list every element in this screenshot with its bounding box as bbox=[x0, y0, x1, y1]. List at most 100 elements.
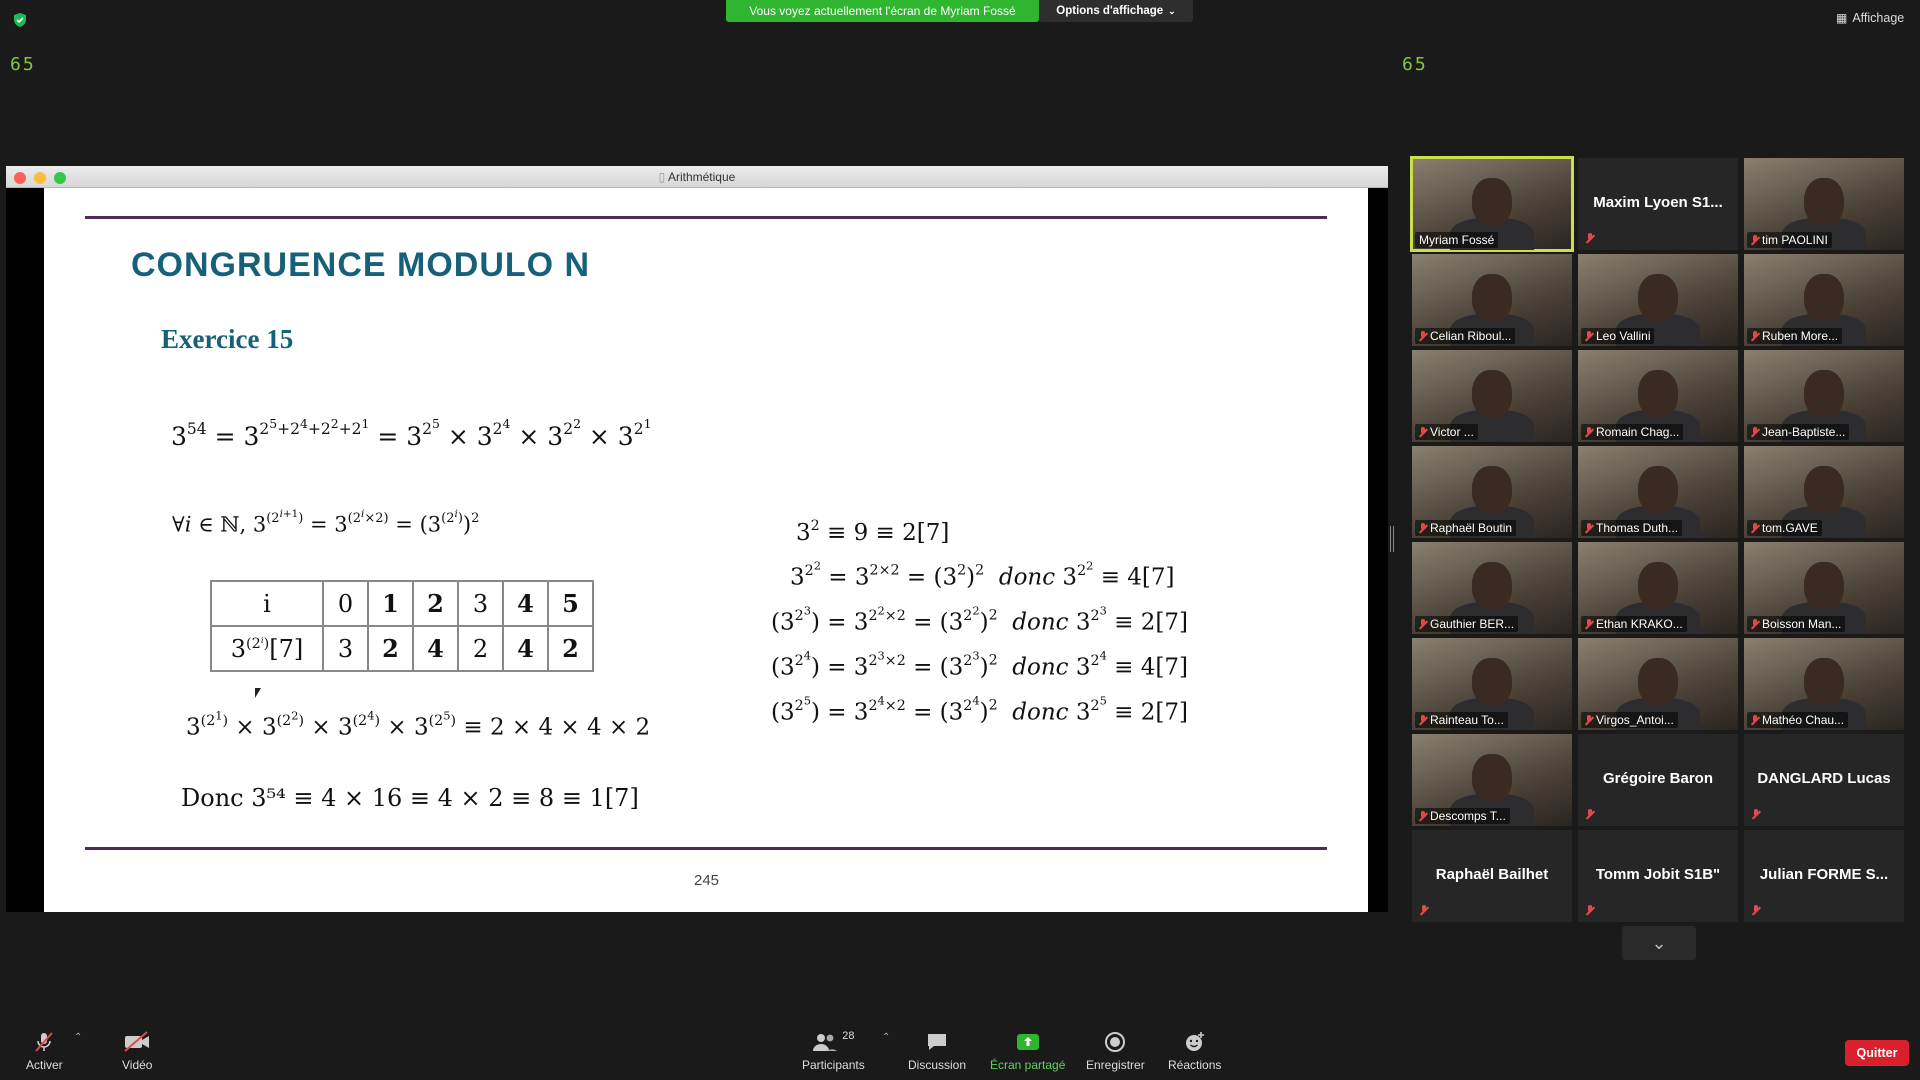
participant-tile[interactable]: Jean-Baptiste... bbox=[1744, 350, 1904, 442]
share-screen-button[interactable]: Écran partagé bbox=[990, 1030, 1065, 1072]
mic-muted-icon bbox=[1585, 618, 1593, 630]
participant-tile[interactable]: Raphaël Boutin bbox=[1412, 446, 1572, 538]
participant-tile[interactable]: Celian Riboul... bbox=[1412, 254, 1572, 346]
powers-table: i 0 1 2 3 4 5 3(2i)[7] 3 2 4 2 4 2 bbox=[210, 580, 594, 672]
mic-muted-icon bbox=[1586, 809, 1594, 820]
record-button[interactable]: Enregistrer bbox=[1086, 1030, 1145, 1072]
view-options-label: Options d'affichage bbox=[1056, 5, 1164, 17]
participant-tile[interactable]: Ruben More... bbox=[1744, 254, 1904, 346]
mic-muted-icon bbox=[1751, 618, 1759, 630]
participant-tile[interactable]: Rainteau To... bbox=[1412, 638, 1572, 730]
mute-options-caret-icon[interactable]: ⌃ bbox=[74, 1032, 82, 1043]
participant-tile[interactable]: Raphaël Bailhet bbox=[1412, 830, 1572, 922]
counter-right: 65 bbox=[1402, 54, 1428, 75]
conclusion: Donc 3⁵⁴ ≡ 4 × 16 ≡ 4 × 2 ≡ 8 ≡ 1[7] bbox=[181, 784, 639, 812]
mic-muted-icon bbox=[32, 1030, 56, 1054]
participant-video bbox=[1804, 562, 1844, 610]
mute-button[interactable]: Activer bbox=[26, 1030, 63, 1072]
participant-name: DANGLARD Lucas bbox=[1757, 770, 1891, 787]
chat-button[interactable]: Discussion bbox=[908, 1030, 966, 1072]
video-button[interactable]: Vidéo bbox=[122, 1030, 152, 1072]
counter-left: 65 bbox=[10, 54, 36, 75]
table-row-label: 3(2i)[7] bbox=[210, 625, 324, 672]
participant-name-tag: Thomas Duth... bbox=[1581, 520, 1683, 536]
participant-name: Leo Vallini bbox=[1596, 329, 1651, 343]
participant-tile[interactable]: Thomas Duth... bbox=[1578, 446, 1738, 538]
equation-right-2: 322 = 32×2 = (32)2 donc 322 ≡ 4[7] bbox=[790, 558, 1175, 591]
record-label: Enregistrer bbox=[1086, 1058, 1145, 1072]
participant-tile[interactable]: Ethan KRAKO... bbox=[1578, 542, 1738, 634]
participant-tile[interactable]: Mathéo Chau... bbox=[1744, 638, 1904, 730]
participant-tile[interactable]: Gauthier BER... bbox=[1412, 542, 1572, 634]
mic-muted-icon bbox=[1585, 522, 1593, 534]
shield-icon[interactable] bbox=[12, 12, 28, 28]
table-cell: 2 bbox=[367, 625, 414, 672]
participant-tile[interactable]: Victor ... bbox=[1412, 350, 1572, 442]
participant-tile[interactable]: Myriam Fossé bbox=[1410, 156, 1574, 252]
participant-name: tim PAOLINI bbox=[1762, 233, 1828, 247]
mic-muted-icon bbox=[1752, 809, 1760, 820]
quit-button[interactable]: Quitter bbox=[1845, 1040, 1909, 1066]
table-header-label: i bbox=[210, 580, 324, 627]
participant-name-tag: Mathéo Chau... bbox=[1747, 712, 1849, 728]
mic-muted-icon bbox=[1752, 905, 1760, 916]
participant-name-tag: tom.GAVE bbox=[1747, 520, 1822, 536]
participant-tile[interactable]: Virgos_Antoi... bbox=[1578, 638, 1738, 730]
view-options-button[interactable]: Options d'affichage ⌄ bbox=[1039, 0, 1193, 22]
equation-right-1: 32 ≡ 9 ≡ 2[7] bbox=[796, 518, 950, 546]
table-cell: 4 bbox=[502, 580, 549, 627]
table-cell: 0 bbox=[322, 580, 369, 627]
resize-handle[interactable] bbox=[1390, 526, 1394, 552]
share-screen-label: Écran partagé bbox=[990, 1058, 1066, 1072]
participant-name: Celian Riboul... bbox=[1430, 329, 1512, 343]
participant-name: Ethan KRAKO... bbox=[1596, 617, 1683, 631]
equation-right-3: (323) = 322×2 = (322)2 donc 323 ≡ 2[7] bbox=[771, 603, 1188, 636]
participant-name-tag: Virgos_Antoi... bbox=[1581, 712, 1678, 728]
participant-video bbox=[1472, 466, 1512, 514]
participants-count: 28 bbox=[842, 1030, 855, 1042]
participant-name-tag: Rainteau To... bbox=[1415, 712, 1508, 728]
mic-muted-icon bbox=[1419, 426, 1427, 438]
participant-video bbox=[1472, 274, 1512, 322]
participant-name: Jean-Baptiste... bbox=[1762, 425, 1846, 439]
participant-tile[interactable]: tim PAOLINI bbox=[1744, 158, 1904, 250]
mic-muted-icon bbox=[1419, 522, 1427, 534]
participant-tile[interactable]: Boisson Man... bbox=[1744, 542, 1904, 634]
participant-video bbox=[1804, 178, 1844, 226]
participant-tile[interactable]: DANGLARD Lucas bbox=[1744, 734, 1904, 826]
grid-icon: ▦ bbox=[1836, 11, 1848, 25]
slide: CONGRUENCE MODULO N Exercice 15 354 = 32… bbox=[44, 188, 1368, 912]
participant-video bbox=[1472, 370, 1512, 418]
participant-tile[interactable]: Grégoire Baron bbox=[1578, 734, 1738, 826]
participant-name: Julian FORME S... bbox=[1759, 866, 1889, 883]
participant-tile[interactable]: Romain Chag... bbox=[1578, 350, 1738, 442]
mic-muted-icon bbox=[1419, 618, 1427, 630]
participant-name: Tomm Jobit S1B" bbox=[1595, 866, 1721, 883]
participant-tile[interactable]: Descomps T... bbox=[1412, 734, 1572, 826]
participant-video bbox=[1638, 274, 1678, 322]
participants-button[interactable]: 28 Participants bbox=[802, 1030, 865, 1072]
table-cell: 4 bbox=[412, 625, 459, 672]
reactions-icon bbox=[1184, 1030, 1206, 1054]
participant-tile[interactable]: Leo Vallini bbox=[1578, 254, 1738, 346]
mic-muted-icon bbox=[1751, 234, 1759, 246]
reactions-button[interactable]: Réactions bbox=[1168, 1030, 1221, 1072]
participant-name: Romain Chag... bbox=[1596, 425, 1680, 439]
participant-name-tag: Victor ... bbox=[1415, 424, 1478, 440]
chat-icon bbox=[926, 1030, 948, 1054]
participant-video bbox=[1472, 754, 1512, 802]
participant-tile[interactable]: Tomm Jobit S1B" bbox=[1578, 830, 1738, 922]
view-button[interactable]: ▦ Affichage bbox=[1836, 11, 1904, 25]
participant-name-tag: Ethan KRAKO... bbox=[1581, 616, 1687, 632]
participant-tile[interactable]: tom.GAVE bbox=[1744, 446, 1904, 538]
participant-tile[interactable]: Maxim Lyoen S1... bbox=[1578, 158, 1738, 250]
participants-caret-icon[interactable]: ⌃ bbox=[882, 1032, 890, 1043]
mic-muted-icon bbox=[1419, 330, 1427, 342]
video-off-icon bbox=[123, 1030, 151, 1054]
participant-tile[interactable]: Julian FORME S... bbox=[1744, 830, 1904, 922]
mic-muted-icon bbox=[1420, 905, 1428, 916]
mic-muted-icon bbox=[1419, 714, 1427, 726]
gallery-collapse-button[interactable]: ⌄ bbox=[1622, 926, 1696, 960]
equation-forall: ∀i ∈ ℕ, 3(2i+1) = 3(2i×2) = (3(2i))2 bbox=[172, 508, 480, 537]
exercise-title: Exercice 15 bbox=[161, 324, 294, 354]
